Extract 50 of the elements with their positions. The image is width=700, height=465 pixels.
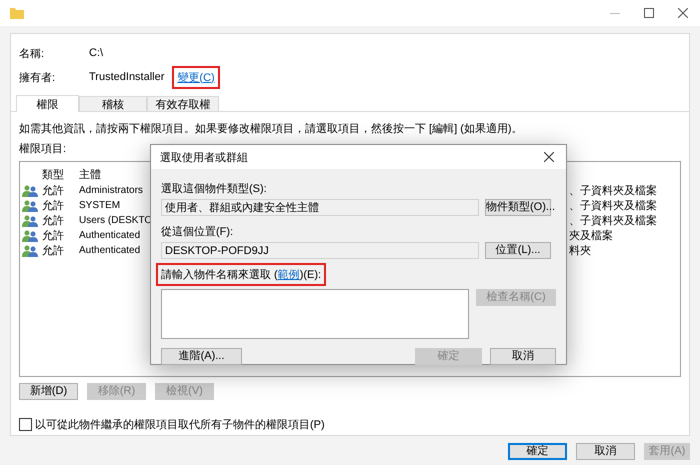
users-icon [22,200,38,212]
type-cell-text: 允許 [42,184,64,198]
users-icon [22,244,38,256]
close-icon[interactable] [678,8,688,18]
applies-to-cell-text: 料夾 [569,244,591,258]
object-type-label: 選取這個物件類型(S): [161,182,268,197]
principal-cell: Authenticated [79,245,140,256]
users-icon [22,214,38,226]
applies-to-cell-text: 、子資料夾及檔案 [569,184,657,198]
type-cell-text: 允許 [42,244,64,258]
users-icon [22,184,38,196]
checkbox[interactable] [19,418,32,431]
type-cell-text: 允許 [42,214,64,228]
type-cell-text: 允許 [42,229,64,243]
close-icon[interactable] [544,152,554,162]
name-value: C:\ [89,47,104,59]
principal-cell: SYSTEM [79,200,120,211]
type-cell-text: 允許 [42,199,64,213]
users-icon [22,230,38,242]
object-names-label: 請輸入物件名稱來選取 (範例)(E): [156,263,326,286]
dialog-title: 選取使用者或群組 [160,150,248,164]
info-text: 如需其他資訊，請按兩下權限項目。如果要修改權限項目，請選取項目，然後按一下 [編輯] (如果適用)。 [19,122,524,137]
tab[interactable]: 有效存取權 [147,96,219,111]
principal-cell: Administrators [79,185,143,196]
dialog-button[interactable]: 取消 [576,443,635,460]
list-button[interactable]: 新增(D) [19,383,78,400]
folder-icon [10,7,24,19]
applies-to-cell-text: 夾及檔案 [569,228,613,243]
object-type-field: 使用者、群組或內建安全性主體 [161,199,479,216]
advanced-button[interactable]: 進階(A)... [161,348,242,365]
tab[interactable]: 稽核 [79,96,147,111]
location-label: 從這個位置(F): [161,224,234,240]
column-header[interactable]: 主體 [79,166,101,182]
cancel-button[interactable]: 取消 [490,348,556,365]
name-label: 名稱: [19,46,46,60]
locations-button[interactable]: 位置(L)... [485,242,551,259]
applies-to-cell-text: 、子資料夾及檔案 [569,214,657,228]
examples-link[interactable]: 範例 [278,269,300,281]
dialog-button[interactable]: 確定 [508,443,567,460]
owner-value: TrustedInstaller [89,71,164,83]
column-header[interactable]: 類型 [42,166,64,182]
applies-to-cell-text: 、子資料夾及檔案 [569,198,657,213]
principal-cell: Authenticated [79,230,140,241]
location-field: DESKTOP-POFD9JJ [161,242,479,259]
change-link[interactable]: 變更(C) [177,72,215,84]
tab[interactable]: 權限 [16,95,79,112]
object-names-field[interactable] [161,289,469,339]
owner-label: 擁有者: [19,70,56,84]
checkbox-label: 以可從此物件繼承的權限項目取代所有子物件的權限項目(P) [35,418,325,432]
maximize-icon[interactable] [644,8,654,18]
